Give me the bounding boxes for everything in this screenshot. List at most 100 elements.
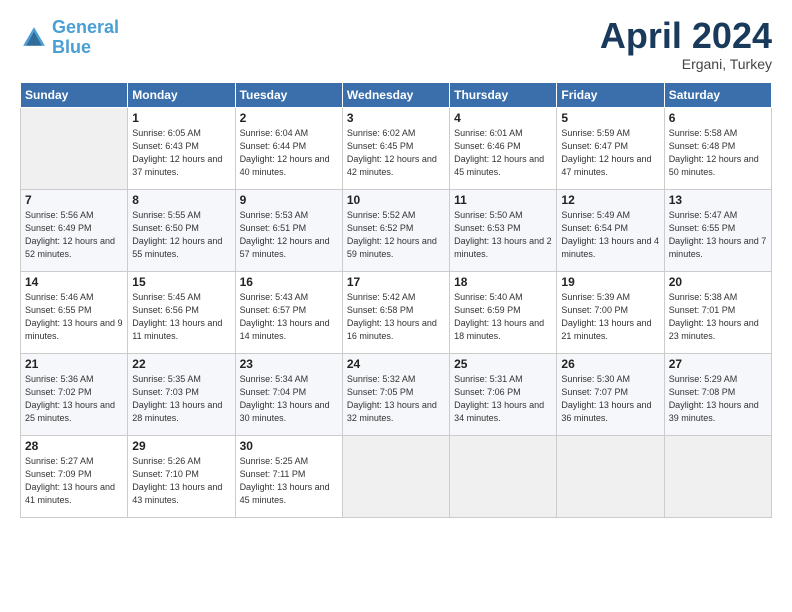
header: General Blue April 2024 Ergani, Turkey bbox=[20, 18, 772, 72]
day-info: Sunrise: 5:47 AMSunset: 6:55 PMDaylight:… bbox=[669, 209, 767, 261]
day-info: Sunrise: 5:50 AMSunset: 6:53 PMDaylight:… bbox=[454, 209, 552, 261]
cell-w0-d6: 6 Sunrise: 5:58 AMSunset: 6:48 PMDaylight… bbox=[664, 108, 771, 190]
day-info: Sunrise: 5:59 AMSunset: 6:47 PMDaylight:… bbox=[561, 127, 659, 179]
cell-w3-d1: 22 Sunrise: 5:35 AMSunset: 7:03 PMDayligh… bbox=[128, 354, 235, 436]
day-number: 30 bbox=[240, 439, 338, 453]
cell-w0-d5: 5Sunrise: 5:59 AMSunset: 6:47 PMDaylight… bbox=[557, 108, 664, 190]
col-wednesday: Wednesday bbox=[342, 83, 449, 108]
logo: General Blue bbox=[20, 18, 119, 58]
header-row: Sunday Monday Tuesday Wednesday Thursday… bbox=[21, 83, 772, 108]
day-number: 27 bbox=[669, 357, 767, 371]
day-info: Sunrise: 5:53 AMSunset: 6:51 PMDaylight:… bbox=[240, 209, 338, 261]
day-number: 19 bbox=[561, 275, 659, 289]
day-number: 4 bbox=[454, 111, 552, 125]
month-title: April 2024 bbox=[600, 18, 772, 54]
cell-w3-d3: 24 Sunrise: 5:32 AMSunset: 7:05 PMDayligh… bbox=[342, 354, 449, 436]
day-number: 28 bbox=[25, 439, 123, 453]
cell-w3-d6: 27 Sunrise: 5:29 AMSunset: 7:08 PMDayligh… bbox=[664, 354, 771, 436]
cell-w1-d6: 13Sunrise: 5:47 AMSunset: 6:55 PMDayligh… bbox=[664, 190, 771, 272]
cell-w2-d3: 17 Sunrise: 5:42 AMSunset: 6:58 PMDayligh… bbox=[342, 272, 449, 354]
day-number: 14 bbox=[25, 275, 123, 289]
col-tuesday: Tuesday bbox=[235, 83, 342, 108]
cell-w1-d3: 10 Sunrise: 5:52 AMSunset: 6:52 PMDayligh… bbox=[342, 190, 449, 272]
cell-w2-d5: 19 Sunrise: 5:39 AMSunset: 7:00 PMDayligh… bbox=[557, 272, 664, 354]
day-number: 25 bbox=[454, 357, 552, 371]
cell-w0-d3: 3 Sunrise: 6:02 AMSunset: 6:45 PMDaylight… bbox=[342, 108, 449, 190]
cell-w4-d3 bbox=[342, 436, 449, 518]
cell-w1-d4: 11 Sunrise: 5:50 AMSunset: 6:53 PMDayligh… bbox=[450, 190, 557, 272]
day-info: Sunrise: 5:58 AMSunset: 6:48 PMDaylight:… bbox=[669, 127, 767, 179]
day-number: 18 bbox=[454, 275, 552, 289]
week-row-0: 1Sunrise: 6:05 AMSunset: 6:43 PMDaylight… bbox=[21, 108, 772, 190]
day-number: 9 bbox=[240, 193, 338, 207]
week-row-3: 21 Sunrise: 5:36 AMSunset: 7:02 PMDayligh… bbox=[21, 354, 772, 436]
day-number: 26 bbox=[561, 357, 659, 371]
day-number: 12 bbox=[561, 193, 659, 207]
day-info: Sunrise: 5:32 AMSunset: 7:05 PMDaylight:… bbox=[347, 373, 445, 425]
day-number: 29 bbox=[132, 439, 230, 453]
day-info: Sunrise: 5:34 AMSunset: 7:04 PMDaylight:… bbox=[240, 373, 338, 425]
col-sunday: Sunday bbox=[21, 83, 128, 108]
day-number: 10 bbox=[347, 193, 445, 207]
week-row-4: 28 Sunrise: 5:27 AMSunset: 7:09 PMDayligh… bbox=[21, 436, 772, 518]
day-info: Sunrise: 6:02 AMSunset: 6:45 PMDaylight:… bbox=[347, 127, 445, 179]
cell-w3-d0: 21 Sunrise: 5:36 AMSunset: 7:02 PMDayligh… bbox=[21, 354, 128, 436]
day-info: Sunrise: 5:55 AMSunset: 6:50 PMDaylight:… bbox=[132, 209, 230, 261]
calendar-table: Sunday Monday Tuesday Wednesday Thursday… bbox=[20, 82, 772, 518]
cell-w2-d6: 20Sunrise: 5:38 AMSunset: 7:01 PMDayligh… bbox=[664, 272, 771, 354]
cell-w4-d5 bbox=[557, 436, 664, 518]
day-info: Sunrise: 5:52 AMSunset: 6:52 PMDaylight:… bbox=[347, 209, 445, 261]
day-info: Sunrise: 5:39 AMSunset: 7:00 PMDaylight:… bbox=[561, 291, 659, 343]
col-saturday: Saturday bbox=[664, 83, 771, 108]
day-number: 3 bbox=[347, 111, 445, 125]
col-monday: Monday bbox=[128, 83, 235, 108]
day-number: 21 bbox=[25, 357, 123, 371]
day-number: 8 bbox=[132, 193, 230, 207]
cell-w4-d2: 30 Sunrise: 5:25 AMSunset: 7:11 PMDayligh… bbox=[235, 436, 342, 518]
day-info: Sunrise: 5:46 AMSunset: 6:55 PMDaylight:… bbox=[25, 291, 123, 343]
day-info: Sunrise: 5:45 AMSunset: 6:56 PMDaylight:… bbox=[132, 291, 230, 343]
week-row-1: 7Sunrise: 5:56 AMSunset: 6:49 PMDaylight… bbox=[21, 190, 772, 272]
day-info: Sunrise: 6:01 AMSunset: 6:46 PMDaylight:… bbox=[454, 127, 552, 179]
day-number: 7 bbox=[25, 193, 123, 207]
logo-icon bbox=[20, 24, 48, 52]
day-info: Sunrise: 5:43 AMSunset: 6:57 PMDaylight:… bbox=[240, 291, 338, 343]
day-number: 23 bbox=[240, 357, 338, 371]
day-info: Sunrise: 6:04 AMSunset: 6:44 PMDaylight:… bbox=[240, 127, 338, 179]
day-number: 2 bbox=[240, 111, 338, 125]
day-number: 15 bbox=[132, 275, 230, 289]
day-number: 16 bbox=[240, 275, 338, 289]
cell-w3-d2: 23 Sunrise: 5:34 AMSunset: 7:04 PMDayligh… bbox=[235, 354, 342, 436]
location-subtitle: Ergani, Turkey bbox=[600, 56, 772, 72]
day-info: Sunrise: 5:27 AMSunset: 7:09 PMDaylight:… bbox=[25, 455, 123, 507]
day-info: Sunrise: 5:35 AMSunset: 7:03 PMDaylight:… bbox=[132, 373, 230, 425]
cell-w2-d0: 14 Sunrise: 5:46 AMSunset: 6:55 PMDayligh… bbox=[21, 272, 128, 354]
day-info: Sunrise: 5:31 AMSunset: 7:06 PMDaylight:… bbox=[454, 373, 552, 425]
day-number: 17 bbox=[347, 275, 445, 289]
day-info: Sunrise: 5:30 AMSunset: 7:07 PMDaylight:… bbox=[561, 373, 659, 425]
day-number: 6 bbox=[669, 111, 767, 125]
day-info: Sunrise: 5:36 AMSunset: 7:02 PMDaylight:… bbox=[25, 373, 123, 425]
cell-w0-d1: 1Sunrise: 6:05 AMSunset: 6:43 PMDaylight… bbox=[128, 108, 235, 190]
cell-w4-d6 bbox=[664, 436, 771, 518]
day-info: Sunrise: 5:25 AMSunset: 7:11 PMDaylight:… bbox=[240, 455, 338, 507]
cell-w1-d0: 7Sunrise: 5:56 AMSunset: 6:49 PMDaylight… bbox=[21, 190, 128, 272]
cell-w2-d4: 18Sunrise: 5:40 AMSunset: 6:59 PMDayligh… bbox=[450, 272, 557, 354]
day-info: Sunrise: 5:49 AMSunset: 6:54 PMDaylight:… bbox=[561, 209, 659, 261]
week-row-2: 14 Sunrise: 5:46 AMSunset: 6:55 PMDayligh… bbox=[21, 272, 772, 354]
cell-w1-d1: 8 Sunrise: 5:55 AMSunset: 6:50 PMDaylight… bbox=[128, 190, 235, 272]
cell-w4-d4 bbox=[450, 436, 557, 518]
day-info: Sunrise: 6:05 AMSunset: 6:43 PMDaylight:… bbox=[132, 127, 230, 179]
cell-w0-d2: 2 Sunrise: 6:04 AMSunset: 6:44 PMDaylight… bbox=[235, 108, 342, 190]
day-number: 11 bbox=[454, 193, 552, 207]
logo-text: General Blue bbox=[52, 18, 119, 58]
day-number: 22 bbox=[132, 357, 230, 371]
day-info: Sunrise: 5:42 AMSunset: 6:58 PMDaylight:… bbox=[347, 291, 445, 343]
day-info: Sunrise: 5:29 AMSunset: 7:08 PMDaylight:… bbox=[669, 373, 767, 425]
day-number: 24 bbox=[347, 357, 445, 371]
day-info: Sunrise: 5:38 AMSunset: 7:01 PMDaylight:… bbox=[669, 291, 767, 343]
cell-w3-d4: 25 Sunrise: 5:31 AMSunset: 7:06 PMDayligh… bbox=[450, 354, 557, 436]
cell-w4-d1: 29Sunrise: 5:26 AMSunset: 7:10 PMDayligh… bbox=[128, 436, 235, 518]
cell-w3-d5: 26 Sunrise: 5:30 AMSunset: 7:07 PMDayligh… bbox=[557, 354, 664, 436]
title-block: April 2024 Ergani, Turkey bbox=[600, 18, 772, 72]
